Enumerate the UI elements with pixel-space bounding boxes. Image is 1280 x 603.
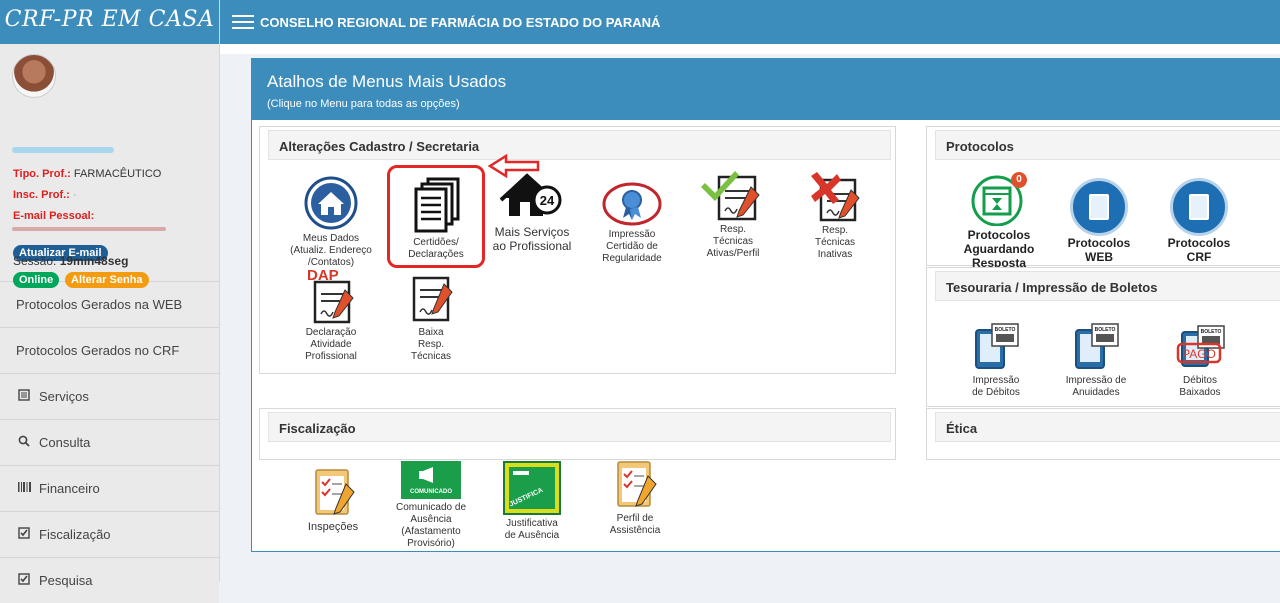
document-pen-icon — [412, 276, 453, 322]
document-x-icon — [811, 172, 860, 222]
tile-resp-tecnicas-ativas[interactable]: Resp. Técnicas Ativas/Perfil — [692, 167, 774, 260]
content-top-strip — [220, 44, 1280, 54]
boleto-paid-icon: BOLETO PAGO — [1176, 325, 1225, 367]
sidebar: CRF-PR EM CASA Tipo. Prof.: FARMACÊUTICO… — [0, 0, 220, 603]
section-title: Ética — [935, 412, 1280, 442]
certificate-icon — [602, 182, 662, 226]
tile-protocolos-web[interactable]: Protocolos WEB — [1058, 178, 1140, 264]
tile-dap[interactable]: DAP Declaração Atividade Profissional — [292, 266, 370, 363]
tile-inspecoes[interactable]: Inspeções — [296, 466, 370, 533]
sidebar-menu: Protocolos Gerados na WEB Protocolos Ger… — [0, 281, 219, 603]
home-icon — [304, 176, 358, 230]
document-check-icon — [701, 171, 760, 221]
brand-logo[interactable]: CRF-PR EM CASA — [0, 0, 219, 44]
tile-impressao-anuidades[interactable]: BOLETO Impressão de Anuidades — [1058, 322, 1134, 399]
shortcuts-panel-header: Atalhos de Menus Mais Usados (Clique no … — [252, 58, 1280, 120]
profile-insc: Insc. Prof.: · — [13, 189, 77, 201]
redacted-email — [12, 227, 166, 231]
documents-icon — [1170, 178, 1228, 236]
svg-text:BOLETO: BOLETO — [1095, 327, 1116, 333]
tile-meus-dados[interactable]: Meus Dados (Atualiz. Endereço /Contatos) — [287, 176, 375, 269]
list-icon — [16, 389, 32, 404]
profile-type: Tipo. Prof.: FARMACÊUTICO — [13, 168, 162, 180]
svg-text:24: 24 — [540, 193, 555, 208]
sidebar-item-servicos[interactable]: Serviços — [0, 373, 219, 419]
user-profile: Tipo. Prof.: FARMACÊUTICO Insc. Prof.: ·… — [0, 44, 219, 288]
profile-email: E-mail Pessoal: — [13, 210, 95, 222]
svg-text:PAGO: PAGO — [1182, 347, 1216, 361]
tile-perfil-assistencia[interactable]: Perfil de Assistência — [598, 458, 672, 537]
section-title: Alterações Cadastro / Secretaria — [268, 130, 891, 160]
boleto-device-icon: BOLETO — [975, 323, 1019, 369]
tile-debitos-baixados[interactable]: BOLETO PAGO Débitos Baixados — [1164, 324, 1236, 399]
svg-text:COMUNICADO: COMUNICADO — [410, 489, 452, 495]
avatar — [12, 54, 56, 98]
house-24h-icon: 24 — [499, 173, 562, 216]
top-navbar: CONSELHO REGIONAL DE FARMÁCIA DO ESTADO … — [220, 0, 1280, 44]
tile-protocolos-crf[interactable]: Protocolos CRF — [1158, 178, 1240, 264]
highlight-frame — [387, 165, 485, 268]
panel-subtitle: (Clique no Menu para todas as opções) — [267, 98, 460, 110]
section-fiscalizacao: Fiscalização — [259, 408, 896, 460]
redacted-name — [12, 147, 114, 153]
sidebar-item-pesquisa[interactable]: Pesquisa — [0, 557, 219, 603]
tile-justificativa-ausencia[interactable]: JUSTIFICA Justificativa de Ausência — [494, 461, 570, 542]
tile-impressao-debitos[interactable]: BOLETO Impressão de Débitos — [960, 322, 1032, 399]
tile-mais-servicos[interactable]: 24 Mais Serviços ao Profissional — [490, 172, 574, 253]
section-title: Tesouraria / Impressão de Boletos — [935, 271, 1280, 301]
checklist-icon — [315, 469, 355, 515]
page-header-title: CONSELHO REGIONAL DE FARMÁCIA DO ESTADO … — [260, 14, 661, 30]
documents-icon — [1070, 178, 1128, 236]
sidebar-item-consulta[interactable]: Consulta — [0, 419, 219, 465]
menu-toggle-icon[interactable] — [232, 15, 254, 29]
change-password-button[interactable]: Alterar Senha — [65, 272, 149, 288]
svg-text:BOLETO: BOLETO — [1201, 329, 1222, 335]
session-timer: Sessão: 19min48seg — [13, 254, 129, 268]
sidebar-item-protocolos-crf[interactable]: Protocolos Gerados no CRF — [0, 327, 219, 373]
checklist-icon — [617, 461, 657, 507]
justify-board-icon: JUSTIFICA — [503, 461, 561, 515]
megaphone-icon: COMUNICADO — [401, 461, 461, 499]
sidebar-item-financeiro[interactable]: Financeiro — [0, 465, 219, 511]
section-title: Fiscalização — [268, 412, 891, 442]
tile-impressao-certidao[interactable]: Impressão Certidão de Regularidade — [592, 182, 672, 265]
section-etica: Ética — [926, 408, 1280, 460]
boleto-device-icon: BOLETO — [1075, 323, 1119, 369]
online-status-badge: Online — [13, 272, 60, 288]
search-icon — [16, 435, 32, 450]
checkbox-icon — [16, 527, 32, 542]
tile-comunicado-ausencia[interactable]: COMUNICADO Comunicado de Ausência (Afast… — [386, 461, 476, 550]
panel-title: Atalhos de Menus Mais Usados — [267, 72, 507, 91]
checkbox-icon — [16, 573, 32, 588]
sidebar-item-fiscalizacao[interactable]: Fiscalização — [0, 511, 219, 557]
tile-protocolos-aguardando[interactable]: 0 Protocolos Aguardando Resposta — [958, 172, 1040, 270]
tile-resp-tecnicas-inativas[interactable]: Resp. Técnicas Inativas — [794, 172, 876, 261]
dap-document-icon: DAP — [307, 267, 354, 324]
notification-badge: 0 — [1011, 172, 1027, 188]
barcode-icon — [16, 481, 32, 496]
svg-text:BOLETO: BOLETO — [995, 327, 1016, 333]
tile-baixa-resp-tecnicas[interactable]: Baixa Resp. Técnicas — [396, 270, 466, 363]
section-title: Protocolos — [935, 130, 1280, 160]
